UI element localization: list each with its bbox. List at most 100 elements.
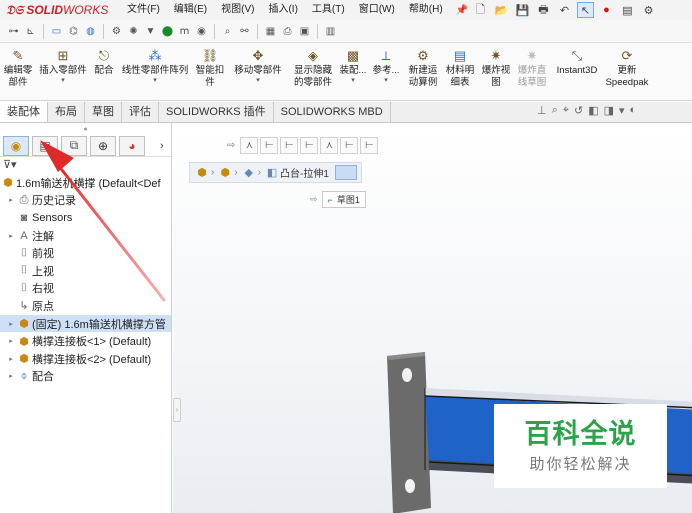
layout-icon[interactable]: ⊾ xyxy=(23,24,38,39)
tree-item-mates[interactable]: ▸ ⌽ 配合 xyxy=(0,368,171,386)
pin-menu-icon[interactable]: 📌 xyxy=(450,5,474,16)
tree-item-top-plane[interactable]: ⌷ 上视 xyxy=(0,262,171,280)
expand-icon[interactable]: ▸ xyxy=(6,232,16,240)
dropdown-arrow-icon[interactable]: ▾ xyxy=(256,77,260,85)
tab-assembly[interactable]: 装配体 xyxy=(0,102,48,122)
property-manager-tab-icon[interactable]: ▤ xyxy=(32,135,58,156)
distance-icon[interactable]: ⊢ xyxy=(300,137,319,154)
edit-component-button[interactable]: ✎ 编辑零 部件 xyxy=(0,43,36,89)
new-motion-study-button[interactable]: ⚙ 新建运 动算例 xyxy=(404,43,442,89)
expand-icon[interactable]: ▸ xyxy=(6,337,16,345)
binoculars-icon[interactable]: ⚯ xyxy=(237,24,252,39)
explode-line-sketch-button[interactable]: ✷ 爆炸直 线草图 xyxy=(514,43,550,89)
dropdown-arrow-icon[interactable]: ▾ xyxy=(153,77,157,85)
bom-button[interactable]: ▤ 材料明 细表 xyxy=(442,43,478,89)
breadcrumb-part[interactable]: ⬢ › xyxy=(217,166,238,179)
dropdown-arrow-icon[interactable]: ▾ xyxy=(61,77,65,85)
view-orientation-icon[interactable]: ⊥ xyxy=(537,104,547,117)
component-color-icon[interactable]: ◉ xyxy=(194,24,209,39)
expand-icon[interactable]: ▸ xyxy=(6,320,16,328)
save-icon[interactable]: 💾 xyxy=(514,2,531,18)
previous-view-icon[interactable]: ↺ xyxy=(574,104,583,117)
tree-item-annotations[interactable]: ▸ A 注解 xyxy=(0,227,171,245)
tree-item-fixed-tube[interactable]: ▸ ⬢ (固定) 1.6m输送机横撑方管 xyxy=(0,314,171,333)
vertical-dimension-icon[interactable]: ⊢ xyxy=(360,137,379,154)
tab-mbd[interactable]: SOLIDWORKS MBD xyxy=(274,102,391,122)
more-tabs-chevron-icon[interactable]: › xyxy=(160,140,164,152)
view-setting-icon[interactable]: ▾ xyxy=(619,104,625,117)
panel-collapse-handle[interactable]: › xyxy=(173,398,181,422)
show-hidden-components-button[interactable]: ◈ 显示隐藏 的零部件 xyxy=(288,43,338,89)
table-icon[interactable]: ▣ xyxy=(297,24,312,39)
new-document-icon[interactable]: 🗋 xyxy=(472,2,489,18)
menu-window[interactable]: 窗口(W) xyxy=(352,0,402,20)
tree-item-plate-2[interactable]: ▸ ⬢ 横撑连接板<2> (Default) xyxy=(0,350,171,368)
search-icon[interactable]: ⌕ xyxy=(220,24,235,39)
tree-filter[interactable]: ⊽▾ xyxy=(0,157,171,174)
print-icon[interactable]: 🖶 xyxy=(535,2,552,18)
tree-root[interactable]: ⬢ 1.6m输送机横撑 (Default<Def xyxy=(0,174,171,192)
settings-gear-icon[interactable]: ⚙ xyxy=(109,24,124,39)
shortcut-bar-icon[interactable]: ⊶ xyxy=(6,24,21,39)
tab-sketch[interactable]: 草图 xyxy=(85,102,122,122)
tree-item-sensors[interactable]: ◙ Sensors xyxy=(0,209,171,227)
sketch-tag-box[interactable]: ⌐ 草图1 xyxy=(321,191,366,208)
width-dimension-icon[interactable]: ⊢ xyxy=(280,137,299,154)
tree-tool-icon[interactable]: ⌬ xyxy=(66,24,81,39)
open-document-icon[interactable]: 📂 xyxy=(493,2,510,18)
sketch-tool-icon[interactable]: ⋏ xyxy=(240,137,259,154)
breadcrumb-selected-face[interactable] xyxy=(334,165,357,180)
hide-show-icon[interactable]: ◐ xyxy=(630,104,637,117)
smart-fastener-button[interactable]: ⛓ 智能扣 件 xyxy=(192,43,228,89)
hat-icon[interactable]: ▼ xyxy=(143,24,158,39)
display-style-icon[interactable]: ◨ xyxy=(604,104,614,117)
menu-edit[interactable]: 编辑(E) xyxy=(167,0,214,20)
rebuild-icon[interactable]: ● xyxy=(598,2,615,18)
file-properties-icon[interactable]: ▤ xyxy=(619,2,636,18)
undo-icon[interactable]: ↶ xyxy=(556,2,573,18)
exploded-view-button[interactable]: ✷ 爆炸视 图 xyxy=(478,43,514,89)
gear-alt-icon[interactable]: ✺ xyxy=(126,24,141,39)
dimxpert-tab-icon[interactable]: ⊕ xyxy=(90,135,116,156)
section-view-icon[interactable]: ◧ xyxy=(588,104,598,117)
breadcrumb-feature[interactable]: ◧ 凸台-拉伸1 xyxy=(264,165,329,180)
expand-icon[interactable]: ▸ xyxy=(6,355,16,363)
smart-dimension-icon[interactable]: ⊢ xyxy=(260,137,279,154)
select-pointer-icon[interactable]: ↖ xyxy=(577,2,594,18)
menu-view[interactable]: 视图(V) xyxy=(214,0,261,20)
assembly-features-button[interactable]: ▩ 装配... ▾ xyxy=(338,43,368,85)
configuration-manager-tab-icon[interactable]: ⧉ xyxy=(61,135,87,156)
tab-layout[interactable]: 布局 xyxy=(48,102,85,122)
tree-item-right-plane[interactable]: ⌷ 右视 xyxy=(0,280,171,298)
panel-grip[interactable]: ● xyxy=(0,123,171,135)
instant3d-button[interactable]: ⤡ Instant3D xyxy=(550,43,604,77)
measure-icon[interactable]: ⅿ xyxy=(177,24,192,39)
drawing-icon[interactable]: ▦ xyxy=(263,24,278,39)
reference-geometry-button[interactable]: ⟂ 参考... ▾ xyxy=(368,43,404,85)
filter-icon[interactable]: ⊽▾ xyxy=(3,159,17,171)
calculator-icon[interactable]: ▥ xyxy=(323,24,338,39)
menu-tools[interactable]: 工具(T) xyxy=(305,0,352,20)
options-icon[interactable]: ⚙ xyxy=(640,2,657,18)
update-speedpak-button[interactable]: ⟳ 更新 Speedpak xyxy=(604,43,650,89)
zoom-area-icon[interactable]: ⌖ xyxy=(563,104,569,117)
horizontal-dimension-icon[interactable]: ⊢ xyxy=(340,137,359,154)
tree-item-origin[interactable]: ↳ 原点 xyxy=(0,297,171,315)
expand-icon[interactable]: ▸ xyxy=(6,196,16,204)
menu-insert[interactable]: 插入(I) xyxy=(261,0,304,20)
linear-pattern-button[interactable]: ⁂ 线性零部件阵列 ▾ xyxy=(118,43,192,85)
breadcrumb-body[interactable]: ◆ › xyxy=(241,166,262,179)
move-component-button[interactable]: ✥ 移动零部件 ▾ xyxy=(228,43,288,85)
print-preview-icon[interactable]: ⎙ xyxy=(280,24,295,39)
menu-help[interactable]: 帮助(H) xyxy=(402,0,450,20)
tree-item-front-plane[interactable]: ⌷ 前视 xyxy=(0,244,171,262)
tab-evaluate[interactable]: 评估 xyxy=(122,102,159,122)
dropdown-arrow-icon[interactable]: ▾ xyxy=(384,77,388,85)
location-marker-icon[interactable]: ⬤ xyxy=(160,24,175,39)
tab-addins[interactable]: SOLIDWORKS 插件 xyxy=(159,102,274,122)
display-pane-icon[interactable]: ▭ xyxy=(49,24,64,39)
appearance-icon[interactable]: ◍ xyxy=(83,24,98,39)
dropdown-arrow-icon[interactable]: ▾ xyxy=(351,77,355,85)
display-manager-tab-icon[interactable]: ◕ xyxy=(119,135,145,156)
expand-icon[interactable]: ▸ xyxy=(6,372,16,380)
